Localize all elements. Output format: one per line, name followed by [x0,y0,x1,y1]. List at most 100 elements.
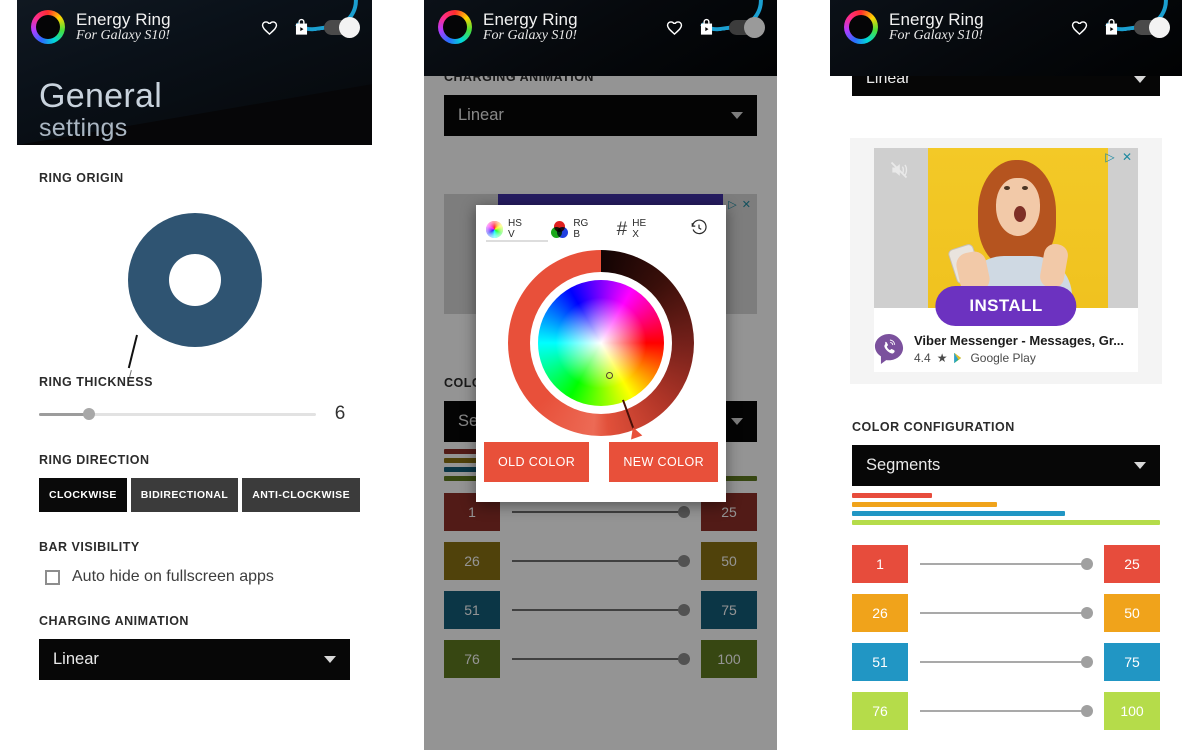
ad-banner-3[interactable]: ▷ ✕ INSTALL Viber Messenger - Messages, … [850,138,1162,384]
header-actions [260,16,360,38]
heart-icon[interactable] [260,18,279,37]
slider-knob[interactable] [82,408,95,420]
segment-slider-knob[interactable] [1081,655,1093,668]
segment-slider[interactable] [512,604,690,616]
segment-slider[interactable] [920,606,1093,619]
phone-screenshot-2: Energy Ring For Galaxy S10! CHARGING ANI… [424,0,777,750]
power-toggle[interactable] [1134,16,1170,38]
segment-from-chip[interactable]: 76 [852,691,908,730]
rgb-circles-icon [551,221,569,238]
segment-slider-knob[interactable] [1081,557,1093,570]
tab-hex[interactable]: # HE X [616,218,682,240]
new-color-button[interactable]: NEW COLOR [609,442,718,482]
chevron-down-icon [1134,461,1146,469]
ad-meta: 4.4 ★ Google Play [914,350,1124,366]
adchoices-icon[interactable]: ▷ ✕ [1105,150,1134,164]
app-title: Energy Ring [889,10,984,30]
tab-hsv-label: HS V [508,218,522,240]
header-actions [1070,16,1170,38]
tab-hsv[interactable]: HS V [486,218,551,240]
segment-slider[interactable] [512,555,690,567]
ring-direction-bidirectional[interactable]: BIDIRECTIONAL [130,478,239,512]
ad-right-pad [1108,148,1138,308]
play-store-bag-icon[interactable] [292,18,311,37]
header-logo-row: Energy Ring For Galaxy S10! [424,0,777,52]
app-subtitle: For Galaxy S10! [889,27,984,43]
power-toggle[interactable] [324,16,360,38]
tab-rgb[interactable]: RG B [551,218,616,240]
ad-store: Google Play [970,350,1036,365]
segment-bars-3 [852,492,1160,525]
chevron-down-icon [731,418,743,425]
segment-slider[interactable] [920,704,1093,717]
hsv-wheel-icon [486,221,503,238]
google-play-icon [954,352,962,363]
segment-to-chip[interactable]: 25 [1104,544,1160,583]
charging-animation-dropdown[interactable]: Linear [39,639,350,680]
ad-title: Viber Messenger - Messages, Gr... [914,333,1125,348]
segment-from-chip[interactable]: 26 [852,593,908,632]
segment-slider-knob[interactable] [678,506,690,518]
ring-thickness-row: 6 [39,403,350,425]
play-store-bag-icon[interactable] [697,18,716,37]
ring-thickness-slider[interactable] [39,408,316,420]
segment-slider[interactable] [512,653,690,665]
adchoices-icon[interactable]: ▷ ✕ [728,198,752,211]
brand-block: Energy Ring For Galaxy S10! [889,11,984,43]
mute-icon[interactable] [888,160,910,180]
play-store-bag-icon[interactable] [1102,18,1121,37]
brand-block: Energy Ring For Galaxy S10! [483,11,578,43]
ring-origin-control[interactable] [39,185,350,378]
power-toggle[interactable] [729,16,765,38]
old-color-button[interactable]: OLD COLOR [484,442,590,482]
charging-animation-dropdown-2[interactable]: Linear [444,95,757,136]
tab-history[interactable] [682,219,716,237]
segment-row: 26 50 [852,593,1160,632]
ring-direction-anticlockwise[interactable]: ANTI-CLOCKWISE [242,478,360,512]
color-wheel-area[interactable] [476,250,726,442]
screenshot-root: Energy Ring For Galaxy S10! General sett… [0,0,1200,750]
history-clock-icon [691,219,707,235]
segment-slider-knob[interactable] [678,555,690,567]
color-picker-dialog[interactable]: HS V RG B # HE X OLD COLOR NEW COLOR [476,205,726,502]
segment-slider[interactable] [920,655,1093,668]
ad-media[interactable]: ▷ ✕ INSTALL [874,148,1138,326]
auto-hide-row[interactable]: Auto hide on fullscreen apps [39,568,350,586]
ad-rating: 4.4 [914,350,931,365]
segment-to-chip[interactable]: 100 [1104,691,1160,730]
color-configuration-dropdown-3[interactable]: Segments [852,444,1160,486]
hash-icon: # [616,218,628,240]
segment-from-chip[interactable]: 51 [444,591,500,629]
app-logo-ring-icon [844,10,878,44]
segment-from-chip[interactable]: 1 [852,544,908,583]
segment-from-chip[interactable]: 51 [852,642,908,681]
segment-slider-knob[interactable] [1081,606,1093,619]
ring-origin-label: RING ORIGIN [39,171,124,185]
segment-from-chip[interactable]: 76 [444,640,500,678]
charging-animation-value-2: Linear [458,106,504,124]
segment-from-chip[interactable]: 26 [444,542,500,580]
segment-to-chip[interactable]: 75 [701,591,757,629]
phone-screenshot-1: Energy Ring For Galaxy S10! General sett… [17,0,372,750]
heart-icon[interactable] [1070,18,1089,37]
install-button[interactable]: INSTALL [935,286,1077,326]
segment-slider[interactable] [920,557,1093,570]
segment-slider-knob[interactable] [1081,704,1093,717]
segment-slider-knob[interactable] [678,604,690,616]
segment-bar [852,501,997,507]
segment-slider[interactable] [512,506,690,518]
segment-to-chip[interactable]: 75 [1104,642,1160,681]
auto-hide-checkbox[interactable] [45,569,60,585]
ring-origin-handle[interactable] [127,334,138,369]
segment-to-chip[interactable]: 50 [1104,593,1160,632]
color-picker-actions: OLD COLOR NEW COLOR [476,442,726,502]
wheel-cursor[interactable] [606,372,613,379]
ring-direction-clockwise[interactable]: CLOCKWISE [39,478,127,512]
ring-origin-donut[interactable] [127,213,262,378]
segment-to-chip[interactable]: 100 [701,640,757,678]
heart-icon[interactable] [665,18,684,37]
hue-saturation-wheel[interactable] [538,280,664,406]
segment-slider-knob[interactable] [678,653,690,665]
segment-to-chip[interactable]: 50 [701,542,757,580]
page-title-main: General [39,77,163,115]
